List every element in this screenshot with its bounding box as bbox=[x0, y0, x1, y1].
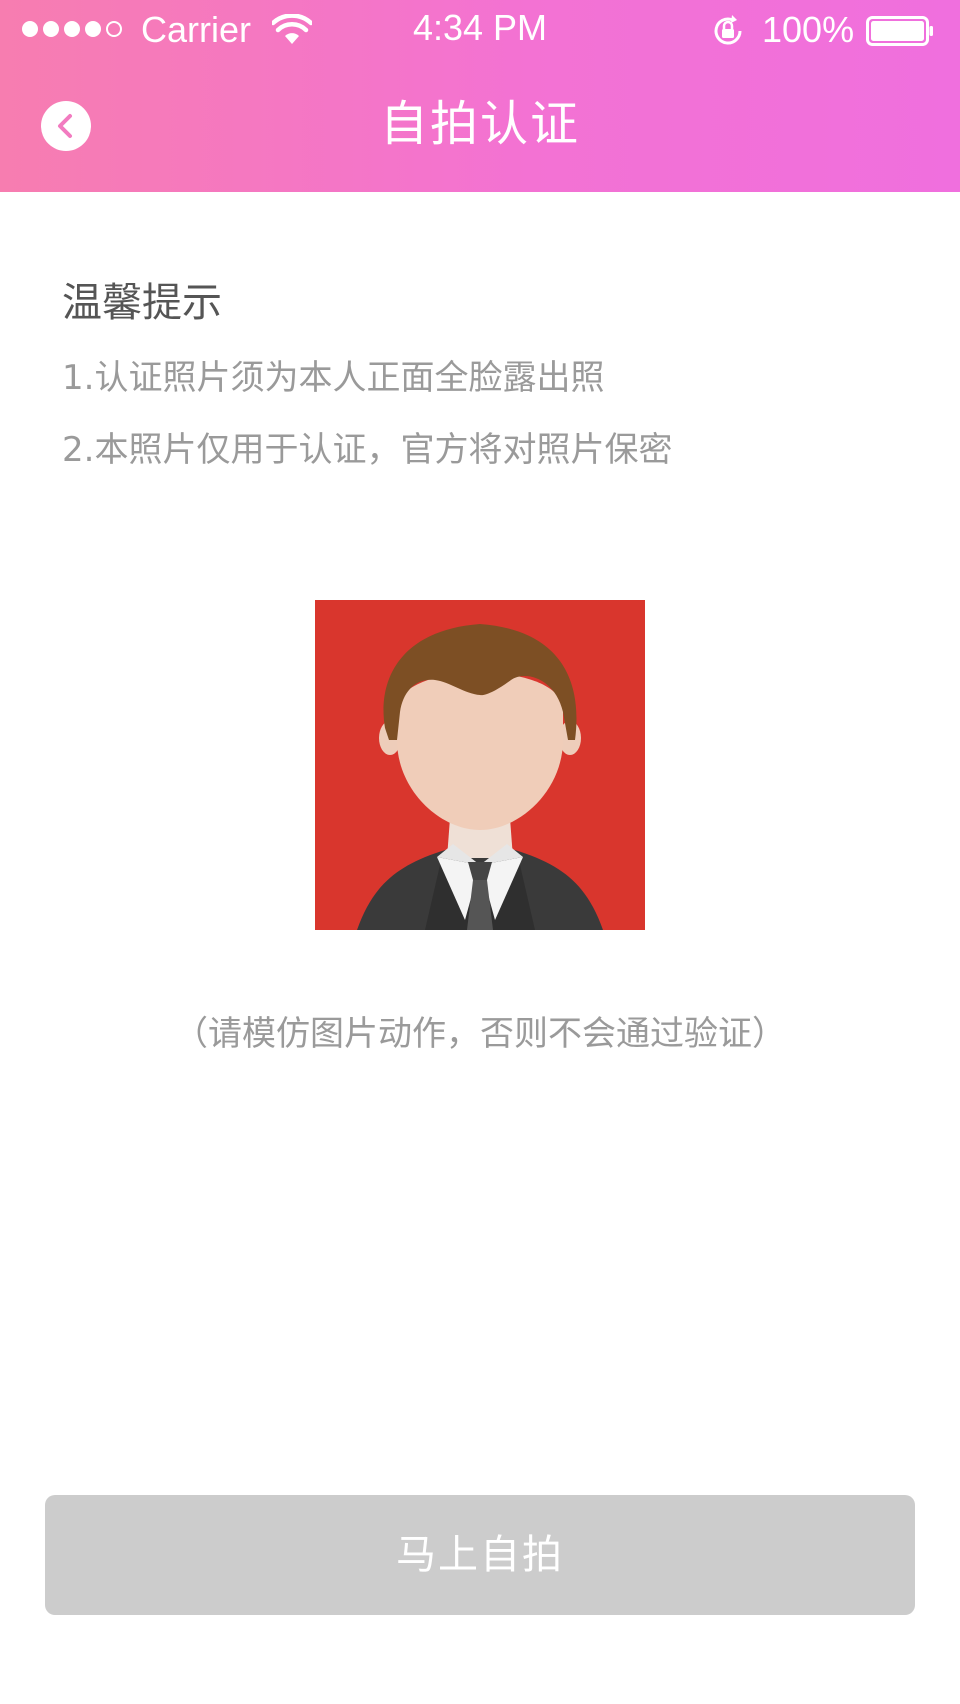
battery-percent: 100% bbox=[762, 9, 855, 50]
avatar bbox=[357, 624, 603, 930]
take-selfie-button[interactable]: 马上自拍 bbox=[45, 1495, 915, 1615]
tips-title: 温馨提示 bbox=[62, 280, 222, 326]
sample-selfie-photo bbox=[315, 600, 645, 930]
tip-item: 2.本照片仅用于认证，官方将对照片保密 bbox=[62, 430, 673, 470]
rotation-lock-icon bbox=[714, 15, 742, 45]
battery-icon bbox=[866, 16, 933, 46]
page-title: 自拍认证 bbox=[379, 96, 580, 152]
tip-item: 1.认证照片须为本人正面全脸露出照 bbox=[62, 358, 605, 398]
header: Carrier 4:34 PM 100% 自拍认证 bbox=[0, 0, 960, 192]
status-bar: Carrier 4:34 PM 100% bbox=[0, 0, 960, 60]
hint-text: （请模仿图片动作，否则不会通过验证） bbox=[174, 1014, 786, 1054]
